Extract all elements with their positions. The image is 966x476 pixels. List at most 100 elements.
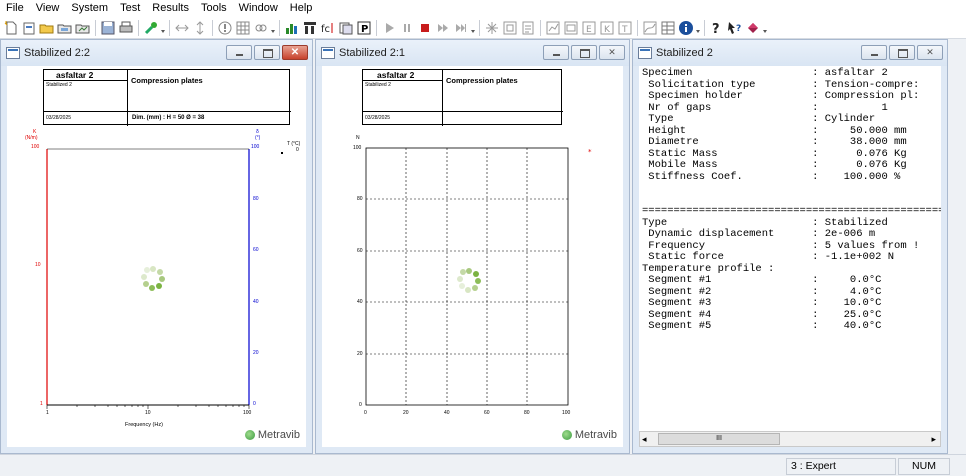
report-line: Segment #1 : 0.0°C [642, 274, 882, 286]
playback-dropdown-icon[interactable] [470, 20, 476, 36]
chart-layout-icon[interactable] [302, 20, 318, 36]
info-circle-icon[interactable] [217, 20, 233, 36]
close-button[interactable] [599, 45, 625, 60]
menu-tools[interactable]: Tools [195, 0, 233, 17]
y-tick-20: 20 [357, 351, 363, 357]
info-dropdown-icon[interactable] [695, 20, 701, 36]
window-caption-buttons [859, 45, 943, 60]
print-icon[interactable] [118, 20, 134, 36]
link-icon[interactable] [253, 20, 269, 36]
y-tick-0: 0 [359, 402, 362, 408]
window-title: Stabilized 2 [656, 47, 713, 59]
toolbar-separator [540, 19, 541, 36]
window-titlebar[interactable]: Stabilized 2:1 [316, 40, 629, 66]
new-test-icon[interactable] [21, 20, 37, 36]
metravib-logo-icon [561, 430, 572, 440]
horizontal-scrollbar[interactable]: ◂ III ▸ [639, 431, 941, 447]
chart-pane: asfaltar 2 Stabilized 2 Compression plat… [7, 66, 306, 447]
e-button-icon[interactable]: E [581, 20, 597, 36]
toolbar-separator [95, 19, 96, 36]
probe-icon[interactable] [143, 20, 159, 36]
menu-system[interactable]: System [65, 0, 114, 17]
menu-results[interactable]: Results [146, 0, 195, 17]
toolbar-separator [279, 19, 280, 36]
k-button-icon[interactable]: K [599, 20, 615, 36]
menu-help[interactable]: Help [284, 0, 319, 17]
report-line: ========================================… [642, 205, 941, 217]
x-axis-label: Frequency (Hz) [125, 422, 163, 428]
menu-window[interactable]: Window [233, 0, 284, 17]
gem-icon[interactable] [745, 20, 761, 36]
report-line: Stiffness Coef. : 100.000 % [642, 170, 901, 183]
report-icon[interactable] [520, 20, 536, 36]
svg-text:*: * [588, 148, 592, 156]
minimize-button[interactable] [543, 45, 569, 60]
copy-chart-icon[interactable] [338, 20, 354, 36]
fast-forward-icon[interactable] [435, 20, 451, 36]
x-tick-100: 100 [243, 410, 252, 416]
extra-dropdown-icon[interactable] [762, 20, 768, 36]
svg-text:P: P [361, 24, 368, 35]
x-tick-100: 100 [562, 410, 571, 416]
play-icon[interactable] [381, 20, 397, 36]
probe-dropdown-icon[interactable] [160, 20, 166, 36]
window-stabilized-2-report: Stabilized 2 Specimen : asfaltar 2 Solic… [632, 39, 948, 454]
window-stabilized-2-1: Stabilized 2:1 asfaltar 2 Stabilized 2 C… [315, 39, 630, 454]
y-tick-100: 100 [353, 145, 362, 151]
open-data-icon[interactable] [75, 20, 91, 36]
zoom-box-icon[interactable] [502, 20, 518, 36]
compression-icon[interactable] [192, 20, 208, 36]
skip-end-icon[interactable] [453, 20, 469, 36]
svg-text:fc: fc [321, 24, 330, 35]
metravib-logo-text: Metravib [574, 429, 617, 441]
open-folder-icon[interactable] [39, 20, 55, 36]
tension-icon[interactable] [174, 20, 190, 36]
minimize-button[interactable] [226, 45, 252, 60]
new-file-icon[interactable] [3, 20, 19, 36]
maximize-button[interactable] [571, 45, 597, 60]
scrollbar-grip: III [716, 435, 722, 442]
window-caption-buttons [224, 45, 308, 60]
scroll-right-arrow-icon[interactable]: ▸ [931, 434, 936, 445]
context-help-icon[interactable]: ? [727, 20, 743, 36]
loading-spinner-icon [141, 266, 165, 291]
status-user-mode: 3 : Expert [786, 458, 896, 475]
menu-test[interactable]: Test [114, 0, 146, 17]
graph-b-icon[interactable] [545, 20, 561, 36]
p-button-icon[interactable]: P [356, 20, 372, 36]
chart-green-icon[interactable] [284, 20, 300, 36]
cursor-fx-icon[interactable]: fc [320, 20, 336, 36]
link-dropdown-icon[interactable] [270, 20, 276, 36]
toolbar: fc P E K T ? ? [0, 17, 966, 39]
loading-spinner-icon [457, 268, 481, 293]
scroll-left-arrow-icon[interactable]: ◂ [642, 434, 647, 445]
curve-icon[interactable] [642, 20, 658, 36]
window-title: Stabilized 2:1 [339, 47, 406, 59]
svg-text:E: E [586, 25, 592, 35]
info-icon[interactable] [678, 20, 694, 36]
report-text-pane[interactable]: Specimen : asfaltar 2 Solicitation type … [639, 66, 941, 431]
close-button[interactable] [282, 45, 308, 60]
graph-c-icon[interactable] [563, 20, 579, 36]
window-titlebar[interactable]: Stabilized 2 [633, 40, 947, 66]
metravib-logo-text: Metravib [257, 429, 300, 441]
window-titlebar[interactable]: Stabilized 2:2 [1, 40, 312, 66]
scrollbar-thumb[interactable]: III [658, 433, 780, 445]
pause-icon[interactable] [399, 20, 415, 36]
menu-file[interactable]: File [0, 0, 30, 17]
minimize-button[interactable] [861, 45, 887, 60]
maximize-button[interactable] [889, 45, 915, 60]
grid-icon[interactable] [235, 20, 251, 36]
save-icon[interactable] [100, 20, 116, 36]
y-tick-60: 60 [357, 248, 363, 254]
help-icon[interactable]: ? [709, 20, 725, 36]
maximize-button[interactable] [254, 45, 280, 60]
close-button[interactable] [917, 45, 943, 60]
crosshair-icon[interactable] [484, 20, 500, 36]
open-results-icon[interactable] [57, 20, 73, 36]
menu-view[interactable]: View [30, 0, 66, 17]
status-num-lock: NUM [898, 458, 950, 475]
stop-icon[interactable] [417, 20, 433, 36]
table-icon[interactable] [660, 20, 676, 36]
t-button-icon[interactable]: T [617, 20, 633, 36]
